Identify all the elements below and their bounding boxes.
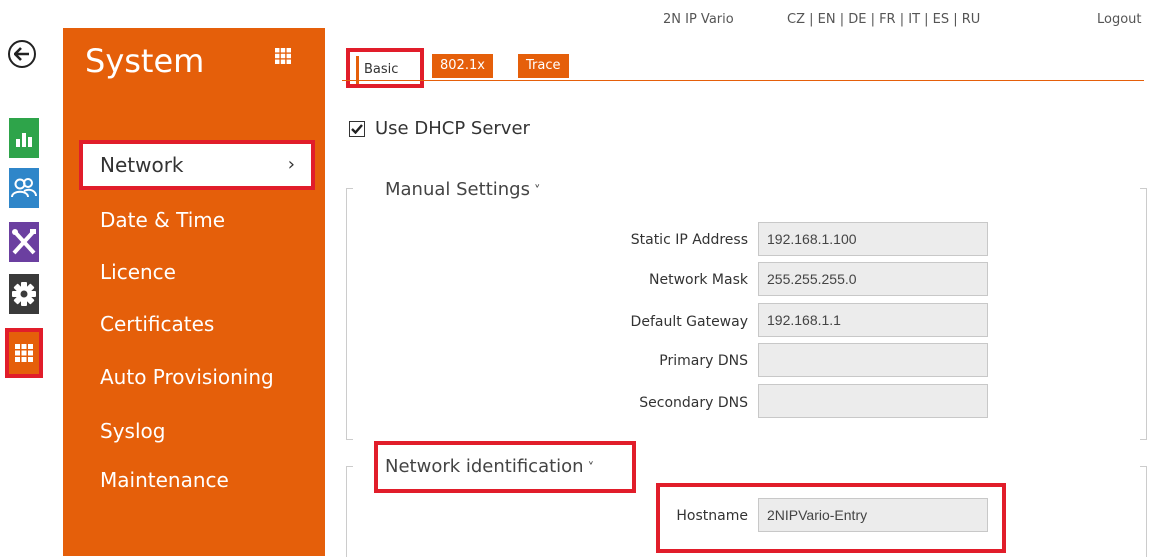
secondary-dns-input[interactable] — [758, 384, 988, 418]
status-chart-icon — [16, 133, 32, 147]
sidebar-item-maintenance[interactable]: Maintenance — [100, 468, 229, 492]
dhcp-label: Use DHCP Server — [375, 118, 530, 139]
sidebar-title: System — [85, 42, 205, 80]
chevron-right-icon: › — [287, 154, 295, 175]
dhcp-checkbox-row[interactable]: Use DHCP Server — [349, 118, 530, 139]
sidebar-item-date-time[interactable]: Date & Time — [100, 208, 225, 232]
logout-link[interactable]: Logout — [1097, 12, 1142, 27]
sidebar-item-syslog[interactable]: Syslog — [100, 419, 165, 443]
sidebar-item-auto-provisioning[interactable]: Auto Provisioning — [100, 365, 274, 389]
gear-icon — [12, 282, 36, 306]
primary-dns-label: Primary DNS — [659, 353, 748, 369]
network-mask-label: Network Mask — [649, 272, 748, 288]
rail-system-button[interactable] — [5, 328, 43, 378]
sidebar-item-label: Network — [100, 153, 184, 177]
back-arrow-icon — [14, 47, 29, 61]
fieldset-bracket-right — [1140, 188, 1147, 440]
tab-divider — [342, 80, 1144, 81]
tab-basic[interactable]: Basic — [346, 48, 424, 88]
back-button[interactable] — [8, 40, 36, 68]
tools-icon — [12, 229, 36, 255]
manual-settings-title: Manual Settings — [385, 179, 530, 200]
primary-dns-input[interactable] — [758, 343, 988, 377]
rail-users-button[interactable] — [9, 168, 39, 208]
chevron-down-icon: ˅ — [533, 184, 541, 199]
fieldset-bracket-left — [346, 188, 353, 440]
language-selector[interactable]: CZ | EN | DE | FR | IT | ES | RU — [787, 12, 980, 27]
rail-settings-button[interactable] — [9, 274, 39, 314]
tab-basic-label: Basic — [364, 62, 399, 77]
default-gateway-input[interactable] — [758, 303, 988, 337]
secondary-dns-label: Secondary DNS — [639, 395, 748, 411]
hostname-input[interactable] — [758, 498, 988, 532]
tab-trace[interactable]: Trace — [518, 54, 569, 78]
network-mask-input[interactable] — [758, 262, 988, 296]
rail-tools-button[interactable] — [9, 222, 39, 262]
sidebar-item-certificates[interactable]: Certificates — [100, 312, 214, 336]
sidebar-item-licence[interactable]: Licence — [100, 260, 176, 284]
grid-icon[interactable] — [275, 48, 291, 68]
default-gateway-label: Default Gateway — [630, 314, 748, 330]
static-ip-input[interactable] — [758, 222, 988, 256]
device-name: 2N IP Vario — [663, 12, 734, 27]
network-identification-title: Network identification — [385, 456, 584, 477]
users-icon — [11, 178, 37, 198]
dhcp-checkbox[interactable] — [349, 120, 365, 137]
sidebar: System Network › Date & Time Licence Cer… — [63, 28, 325, 556]
manual-settings-toggle[interactable]: Manual Settings ˅ — [385, 179, 540, 200]
check-icon — [351, 123, 363, 134]
fieldset-bracket-right-2 — [1140, 466, 1147, 557]
chevron-down-icon: ˅ — [587, 461, 595, 476]
hostname-label: Hostname — [676, 508, 748, 524]
tab-802-1x[interactable]: 802.1x — [432, 54, 493, 78]
network-identification-toggle[interactable]: Network identification ˅ — [385, 456, 594, 477]
fieldset-bracket-left-2 — [346, 466, 353, 557]
sidebar-item-network[interactable]: Network › — [79, 140, 315, 190]
rail-status-button[interactable] — [9, 118, 39, 158]
static-ip-label: Static IP Address — [630, 232, 748, 248]
grid-icon — [15, 344, 33, 362]
